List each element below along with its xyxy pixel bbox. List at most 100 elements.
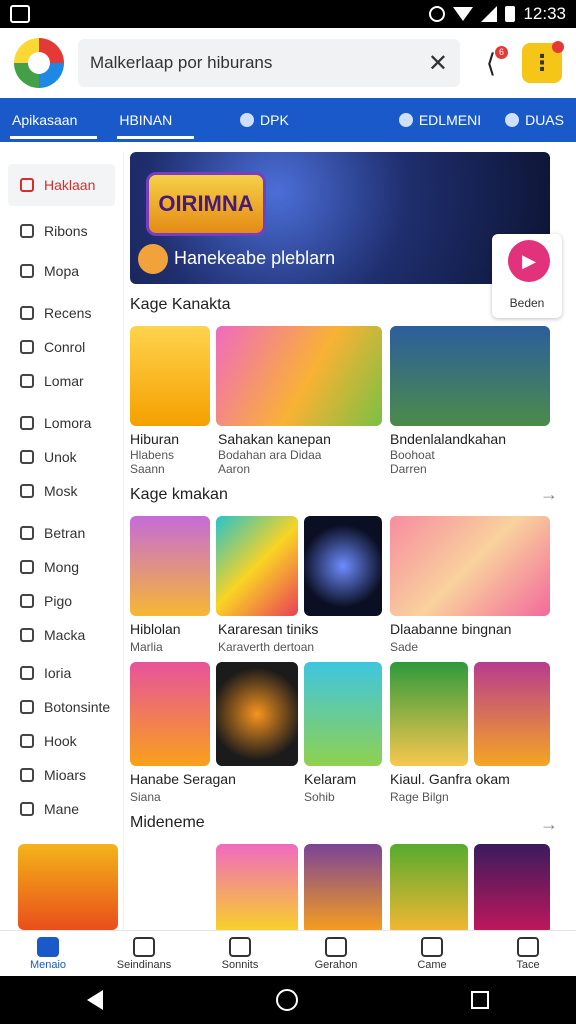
- sidebar-item-conrol[interactable]: Conrol: [0, 330, 123, 364]
- sidebar-item-botonsinte[interactable]: Botonsinte: [0, 690, 123, 724]
- sidebar: Haklaan Ribons Mopa Recens Conrol Lomar …: [0, 152, 124, 930]
- book-icon: [133, 936, 155, 957]
- game-tile[interactable]: [474, 662, 550, 766]
- game-tile[interactable]: [216, 662, 298, 766]
- timer-icon: [20, 594, 34, 608]
- tile-sub: Marlia: [130, 640, 163, 654]
- sidebar-item-ribons[interactable]: Ribons: [0, 214, 123, 248]
- arrow-right-icon[interactable]: →: [540, 814, 558, 835]
- tile-sub: Rage Bilgn: [390, 790, 449, 804]
- note-icon: [20, 484, 34, 498]
- nav-home[interactable]: Menaio: [0, 931, 96, 976]
- game-tile[interactable]: [304, 662, 382, 766]
- banner-mascot: [138, 244, 168, 274]
- nav-seindinans[interactable]: Seindinans: [96, 931, 192, 976]
- app-header: Malkerlaap por hiburans ✕ ⟨ 6 ⋮: [0, 28, 576, 98]
- game-tile[interactable]: [390, 326, 550, 426]
- sidebar-item-pigo[interactable]: Pigo: [0, 584, 123, 618]
- share-icon[interactable]: ⟨ 6: [474, 46, 508, 80]
- game-tile[interactable]: [216, 516, 298, 616]
- game-tile[interactable]: [216, 326, 382, 426]
- sidebar-item-mopa[interactable]: Mopa: [0, 254, 123, 288]
- play-icon[interactable]: ▶: [508, 240, 550, 282]
- home-icon: [20, 700, 34, 714]
- game-tile[interactable]: [304, 844, 382, 930]
- game-tile[interactable]: [390, 662, 468, 766]
- search-input[interactable]: Malkerlaap por hiburans ✕: [78, 39, 460, 87]
- tile-sub: Boohoat: [390, 448, 435, 462]
- status-bar: 12:33: [0, 0, 576, 28]
- tile-sub: Aaron: [218, 462, 251, 476]
- game-tile[interactable]: [130, 662, 210, 766]
- sidebar-item-mioars[interactable]: Mioars: [0, 758, 123, 792]
- sidebar-item-hook[interactable]: Hook: [0, 724, 123, 758]
- app-logo[interactable]: [14, 38, 64, 88]
- share-badge: 6: [495, 46, 508, 59]
- section-title-1: Kage Kanakta: [130, 296, 231, 313]
- more-vert-icon: ⋮: [531, 50, 553, 75]
- sidebar-item-haklaan[interactable]: Haklaan: [8, 164, 115, 206]
- tab-hbinan[interactable]: HBINAN: [107, 98, 204, 142]
- tab-edlmeni[interactable]: EDLMENI: [387, 98, 493, 142]
- tile-title: Bndenlalandkahan: [390, 431, 506, 447]
- menu-badge: [552, 41, 564, 53]
- nav-sonnits[interactable]: Sonnits: [192, 931, 288, 976]
- sidebar-item-mane[interactable]: Mane: [0, 792, 123, 826]
- bottom-nav: Menaio Seindinans Sonnits Gerahon Came T…: [0, 930, 576, 976]
- top-tabs: Apikasaan HBINAN DPK EDLMENI DUAS: [0, 98, 576, 142]
- home-circle-icon[interactable]: [275, 989, 298, 1011]
- back-icon[interactable]: [86, 990, 103, 1010]
- game-tile[interactable]: [130, 326, 210, 426]
- tile-title: Hiburan: [130, 431, 180, 447]
- edit-icon: [325, 936, 347, 957]
- sidebar-item-betran[interactable]: Betran: [0, 516, 123, 550]
- nav-gerahon[interactable]: Gerahon: [288, 931, 384, 976]
- banner-title: Hanekeabe pleblarn: [174, 248, 336, 268]
- tab-dpk[interactable]: DPK: [228, 98, 301, 142]
- banner-logo: OIRIMNA: [146, 172, 266, 236]
- sidebar-item-lomar[interactable]: Lomar: [0, 364, 123, 398]
- star-icon: [505, 113, 520, 127]
- game-tile[interactable]: [216, 844, 298, 930]
- sidebar-item-ioria[interactable]: Ioria: [0, 656, 123, 690]
- tile-title: Kelaram: [304, 771, 357, 787]
- game-tile[interactable]: [390, 844, 468, 930]
- tab-apikasaan[interactable]: Apikasaan: [0, 98, 107, 142]
- recents-icon[interactable]: [471, 991, 490, 1009]
- chat-icon: [240, 113, 255, 127]
- tab-duas[interactable]: DUAS: [493, 98, 576, 142]
- tile-title: Hanabe Seragan: [130, 771, 236, 787]
- game-tile[interactable]: [474, 844, 550, 930]
- person-icon: [20, 560, 34, 574]
- game-tile[interactable]: [18, 844, 118, 930]
- arrow-right-icon[interactable]: →: [540, 484, 558, 505]
- grid-icon: [20, 768, 34, 782]
- tile-sub: Sohib: [304, 790, 335, 804]
- sidebar-item-lomora[interactable]: Lomora: [0, 406, 123, 440]
- system-nav: [0, 976, 576, 1024]
- square-icon: [20, 628, 34, 642]
- main-content: OIRIMNA Hanekeabe pleblarn ▶ Beden Kage …: [128, 152, 576, 930]
- tile-sub: Karaverth dertoan: [218, 640, 315, 654]
- sidebar-item-recens[interactable]: Recens: [0, 296, 123, 330]
- gift-icon: [20, 224, 34, 238]
- sidebar-item-mong[interactable]: Mong: [0, 550, 123, 584]
- game-tile[interactable]: [304, 516, 382, 616]
- tile-title: Hiblolan: [130, 621, 181, 637]
- featured-banner[interactable]: OIRIMNA Hanekeabe pleblarn: [130, 152, 550, 284]
- sidebar-item-mosk[interactable]: Mosk: [0, 474, 123, 508]
- profile-icon: [517, 936, 539, 957]
- clear-search-icon[interactable]: ✕: [428, 49, 448, 78]
- tile-title: Kararesan tiniks: [218, 621, 319, 637]
- puzzle-icon: [229, 936, 251, 957]
- play-card[interactable]: ▶ Beden: [492, 234, 562, 318]
- wifi-icon: [453, 7, 474, 21]
- nav-came[interactable]: Came: [384, 931, 480, 976]
- menu-button[interactable]: ⋮: [522, 41, 564, 83]
- nav-tace[interactable]: Tace: [480, 931, 576, 976]
- game-tile[interactable]: [130, 516, 210, 616]
- sidebar-item-unok[interactable]: Unok: [0, 440, 123, 474]
- game-tile[interactable]: [390, 516, 550, 616]
- tile-sub: Darren: [390, 462, 427, 476]
- sidebar-item-macka[interactable]: Macka: [0, 618, 123, 652]
